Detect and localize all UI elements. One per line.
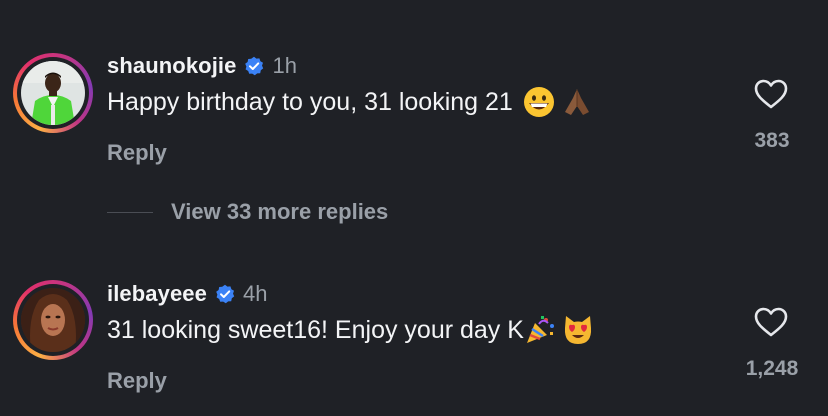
like-count: 1,248 bbox=[745, 357, 799, 380]
avatar-story-ring[interactable] bbox=[13, 280, 93, 360]
view-more-replies-button[interactable]: View 33 more replies bbox=[107, 196, 388, 228]
grinning-face-emoji-icon bbox=[523, 86, 555, 118]
reply-button[interactable]: Reply bbox=[107, 140, 167, 166]
party-popper-emoji-icon bbox=[524, 314, 556, 346]
like-count: 383 bbox=[754, 129, 790, 152]
comment-body: Happy birthday to you, 31 looking 21 bbox=[107, 87, 513, 116]
verified-badge-icon bbox=[244, 56, 264, 76]
avatar[interactable] bbox=[21, 61, 85, 125]
like-heart-icon[interactable] bbox=[754, 307, 788, 337]
timestamp: 4h bbox=[242, 281, 268, 306]
heart-eyes-cat-emoji-icon bbox=[562, 314, 594, 346]
username[interactable]: shaunokojie bbox=[107, 53, 236, 79]
comment-body: 31 looking sweet16! Enjoy your day K bbox=[107, 315, 524, 344]
comment-header: ilebayeee 4h bbox=[107, 280, 267, 308]
divider-line bbox=[107, 211, 153, 213]
comment-text: Happy birthday to you, 31 looking 21 bbox=[107, 86, 593, 118]
like-heart-icon[interactable] bbox=[754, 79, 788, 109]
username[interactable]: ilebayeee bbox=[107, 281, 207, 307]
view-more-replies-label: View 33 more replies bbox=[171, 199, 389, 224]
timestamp: 1h bbox=[272, 53, 297, 78]
avatar[interactable] bbox=[21, 288, 85, 352]
comment-text: 31 looking sweet16! Enjoy your day K bbox=[107, 314, 594, 346]
reply-button[interactable]: Reply bbox=[107, 368, 167, 394]
comment-header: shaunokojie 1h bbox=[107, 52, 297, 80]
verified-badge-icon bbox=[215, 284, 235, 304]
folded-hands-emoji-icon bbox=[561, 86, 593, 118]
avatar-story-ring[interactable] bbox=[13, 53, 93, 133]
